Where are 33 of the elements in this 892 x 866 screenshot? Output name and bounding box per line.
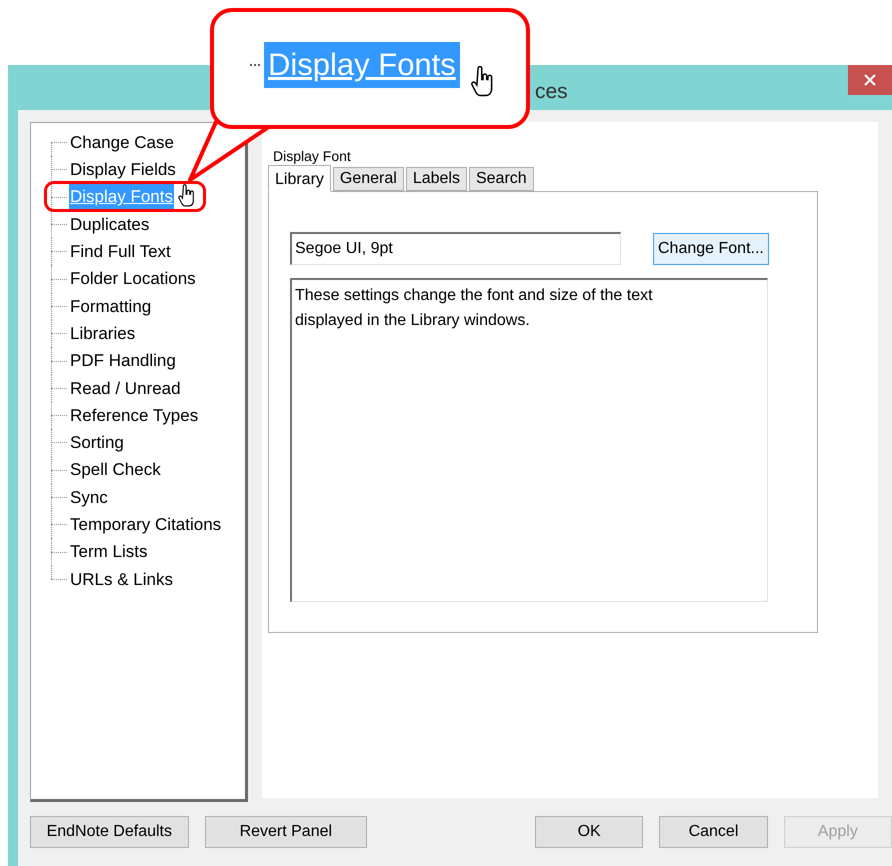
tree-item[interactable]: Temporary Citations <box>69 512 222 538</box>
description-text: These settings change the font and size of the text displayed in the Library windows. <box>295 286 654 331</box>
tab[interactable]: General <box>332 167 404 191</box>
change-font-button[interactable]: Change Font... <box>653 232 769 264</box>
tree-item[interactable]: URLs & Links <box>69 566 174 592</box>
tree-item[interactable]: Change Case <box>69 130 175 156</box>
tree-item[interactable]: Reference Types <box>69 402 200 428</box>
ok-button[interactable]: OK <box>534 816 644 848</box>
close-button[interactable] <box>848 65 892 95</box>
section-heading: Display Font <box>273 148 352 165</box>
tree-item[interactable]: Libraries <box>69 320 136 346</box>
tree-item[interactable]: Read / Unread <box>69 376 182 402</box>
tree-item[interactable]: Folder Locations <box>69 266 197 292</box>
window-title: ces <box>535 79 568 105</box>
defaults-button[interactable]: EndNote Defaults <box>30 816 189 848</box>
revert-button[interactable]: Revert Panel <box>204 816 368 848</box>
tree-item[interactable]: Formatting <box>69 294 152 320</box>
tree-item[interactable]: Spell Check <box>69 457 162 483</box>
tab[interactable]: Search <box>468 167 534 191</box>
callout-label: Display Fonts <box>264 42 460 88</box>
tree-item[interactable]: Sync <box>69 484 109 510</box>
tree-item[interactable]: Duplicates <box>69 212 150 238</box>
cancel-button[interactable]: Cancel <box>659 816 768 848</box>
tree-item[interactable]: Sorting <box>69 430 125 456</box>
tree-item[interactable]: PDF Handling <box>69 348 177 374</box>
hand-cursor-icon <box>178 184 196 208</box>
tree-item[interactable]: Find Full Text <box>69 239 172 265</box>
tab[interactable]: Labels <box>406 167 467 191</box>
tab[interactable]: Library <box>268 165 331 192</box>
tree-item[interactable]: Display Fields <box>69 157 177 183</box>
font-field[interactable]: Segoe UI, 9pt <box>290 232 621 265</box>
close-icon <box>864 74 876 86</box>
tree-item[interactable]: Term Lists <box>69 539 148 565</box>
